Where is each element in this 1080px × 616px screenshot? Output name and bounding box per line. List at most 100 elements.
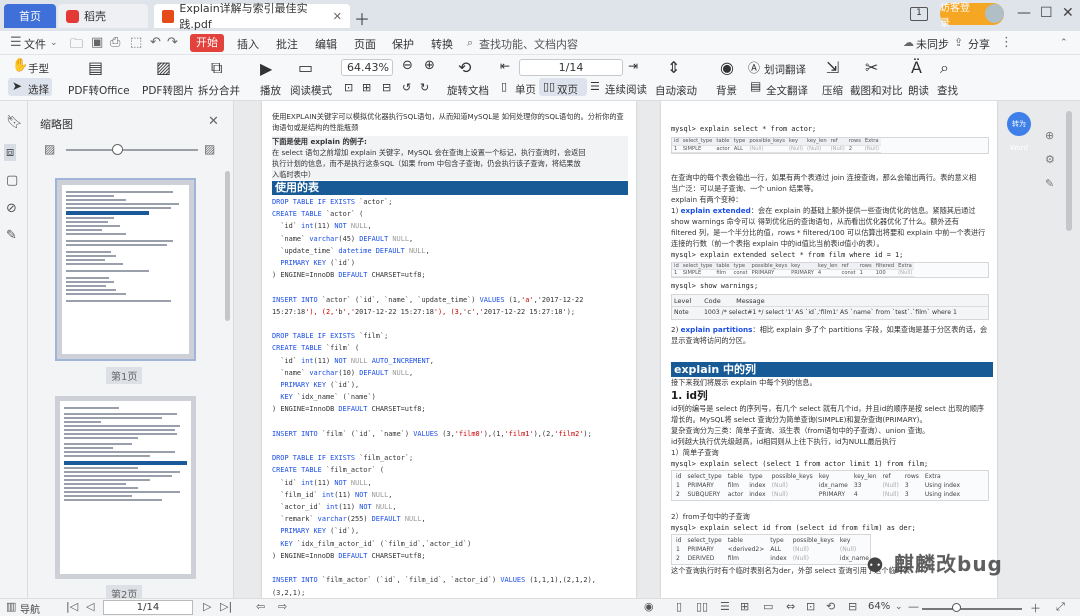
first-page-status-icon[interactable]: |◁ — [66, 600, 78, 613]
chevron-down-icon[interactable]: ⌄ — [50, 38, 58, 48]
close-panel-icon[interactable]: ✕ — [208, 114, 219, 129]
zoom-out-icon[interactable]: ⊖ — [402, 58, 413, 73]
comment-icon[interactable]: ▢ — [6, 173, 18, 188]
menu-file[interactable]: 文件 — [24, 36, 46, 52]
side-edit-icon[interactable]: ✎ — [1045, 177, 1054, 190]
zoom-slider-handle[interactable] — [952, 603, 961, 612]
nav-panel-icon[interactable]: ▥ — [6, 600, 16, 613]
forward-icon[interactable]: ⇨ — [278, 600, 287, 613]
large-thumb-icon[interactable]: ▨ — [204, 142, 215, 156]
rotate-document-button[interactable]: 旋转文档 — [447, 83, 489, 98]
last-page-status-icon[interactable]: ▷| — [220, 600, 232, 613]
share-button[interactable]: 分享 — [968, 36, 990, 52]
compress-button[interactable]: 压缩 — [822, 83, 843, 98]
new-tab-icon[interactable]: ＋ — [354, 6, 370, 30]
avatar[interactable] — [985, 4, 1004, 23]
zoom-out-status-icon[interactable]: — — [908, 600, 919, 613]
find-icon[interactable]: ⌕ — [940, 58, 949, 78]
export-icon[interactable]: ⬚ — [130, 35, 142, 50]
thumbnail-size-slider-handle[interactable] — [112, 144, 123, 155]
zoom-in-icon[interactable]: ⊕ — [424, 58, 435, 73]
play-icon[interactable]: ▶ — [260, 59, 272, 78]
next-page-icon[interactable]: ▷ — [203, 600, 211, 613]
read-aloud-icon[interactable]: Ä — [911, 58, 922, 77]
zoom-in-status-icon[interactable]: ＋ — [1030, 600, 1041, 616]
first-page-icon[interactable]: ⇤ — [500, 59, 510, 73]
document-view[interactable]: 使用EXPLAIN关键字可以模拟优化器执行SQL语句，从而知道MySQL是 如何… — [234, 101, 1080, 598]
hand-tool-icon[interactable]: ✋ — [12, 58, 28, 73]
menu-start[interactable]: 开始 — [190, 34, 224, 52]
status-zoom-value[interactable]: 64% — [868, 601, 890, 612]
side-settings-icon[interactable]: ⚙ — [1045, 153, 1055, 166]
thumbnail-size-slider[interactable] — [66, 149, 198, 151]
fit-page-icon[interactable]: ⊞ — [362, 81, 371, 94]
menu-protect[interactable]: 保护 — [392, 36, 414, 52]
eye-mode-icon[interactable]: ◉ — [644, 600, 654, 613]
signature-icon[interactable]: ✎ — [6, 228, 17, 243]
background-button[interactable]: 背景 — [716, 83, 737, 98]
menu-insert[interactable]: 插入 — [237, 36, 259, 52]
prev-page-icon[interactable]: ◁ — [86, 600, 94, 613]
document-scrollbar[interactable] — [1066, 111, 1072, 231]
screenshot-icon[interactable]: ✂ — [865, 58, 878, 77]
screenshot-compare-button[interactable]: 截图和对比 — [850, 83, 903, 98]
convert-to-word-badge[interactable]: 转为Word — [1007, 112, 1031, 152]
menu-convert[interactable]: 转换 — [431, 36, 453, 52]
zoom-slider[interactable] — [922, 608, 1022, 610]
tab-docer[interactable]: 稻壳 — [58, 4, 148, 28]
attachment-icon[interactable]: ⊘ — [6, 201, 17, 216]
menu-edit[interactable]: 编辑 — [315, 36, 337, 52]
thumbnail-page-2[interactable] — [55, 396, 196, 579]
find-button[interactable]: 查找 — [937, 83, 958, 98]
bookmark-icon[interactable]: 🔖︎ — [6, 115, 23, 130]
full-translate-button[interactable]: 全文翻译 — [766, 83, 808, 98]
open-folder-icon[interactable]: 🗀 — [70, 35, 83, 57]
sync-status[interactable]: 未同步 — [916, 36, 949, 52]
pdf-to-image-button[interactable]: PDF转图片 — [142, 83, 194, 98]
actual-size-status-icon[interactable]: ⊟ — [848, 600, 857, 613]
zoom-dropdown-icon[interactable]: ⌄ — [895, 602, 903, 612]
tab-home[interactable]: 首页 — [4, 4, 56, 28]
pdf-to-office-icon[interactable]: ▤ — [88, 58, 103, 77]
read-view-icon[interactable]: ▭ — [763, 600, 773, 613]
split-merge-icon[interactable]: ⧉ — [211, 58, 222, 78]
autoscroll-icon[interactable]: ⇕ — [667, 58, 680, 77]
nav-panel-button[interactable]: 导航 — [20, 601, 40, 616]
menu-annotate[interactable]: 批注 — [276, 36, 298, 52]
grid-view-icon[interactable]: ⊞ — [740, 600, 749, 613]
tab-pdf-document[interactable]: Explain详解与索引最佳实践.pdf ✕ — [154, 2, 350, 31]
autoscroll-button[interactable]: 自动滚动 — [655, 83, 697, 98]
play-button[interactable]: 播放 — [260, 83, 281, 98]
hamburger-icon[interactable]: ☰ — [10, 35, 22, 50]
save-icon[interactable]: ▣ — [91, 35, 103, 50]
last-page-icon[interactable]: ⇥ — [628, 59, 638, 73]
side-zoom-icon[interactable]: ⊕ — [1045, 129, 1054, 142]
rotate-left-icon[interactable]: ↺ — [402, 81, 411, 94]
actual-size-icon[interactable]: ⊡ — [344, 81, 353, 94]
double-view-icon[interactable]: ▯▯ — [696, 600, 708, 613]
eye-background-icon[interactable]: ◉ — [720, 58, 734, 77]
pdf-to-office-button[interactable]: PDF转Office — [68, 83, 130, 98]
rotate-document-icon[interactable]: ⟲ — [458, 58, 471, 77]
word-translate-button[interactable]: 划词翻译 — [764, 62, 806, 77]
minimize-icon[interactable]: — — [1017, 5, 1031, 21]
fit-width-icon[interactable]: ⊟ — [382, 81, 391, 94]
collapse-ribbon-icon[interactable]: ⌃ — [1060, 38, 1068, 48]
read-mode-button[interactable]: 阅读模式 — [290, 83, 332, 98]
more-icon[interactable]: ⋮ — [1000, 35, 1013, 50]
pdf-to-image-icon[interactable]: ▨ — [156, 58, 171, 77]
thumbnail-icon[interactable]: ⧈ — [4, 144, 17, 161]
window-layout-icon[interactable]: 1 — [910, 7, 928, 21]
read-mode-icon[interactable]: ▭ — [298, 58, 313, 77]
back-icon[interactable]: ⇦ — [256, 600, 265, 613]
scroll-view-icon[interactable]: ☰ — [720, 600, 730, 613]
page-number-input[interactable]: 1/14 — [519, 59, 623, 76]
fullscreen-icon[interactable]: ⤢ — [1056, 600, 1065, 614]
search-functions-input[interactable]: 查找功能、文档内容 — [479, 36, 578, 52]
thumbnail-page-1[interactable] — [55, 178, 196, 361]
menu-page[interactable]: 页面 — [354, 36, 376, 52]
rotate-right-icon[interactable]: ↻ — [420, 81, 429, 94]
read-aloud-button[interactable]: 朗读 — [908, 83, 929, 98]
single-view-icon[interactable]: ▯ — [676, 600, 682, 613]
fit-page-status-icon[interactable]: ⊡ — [806, 600, 815, 613]
